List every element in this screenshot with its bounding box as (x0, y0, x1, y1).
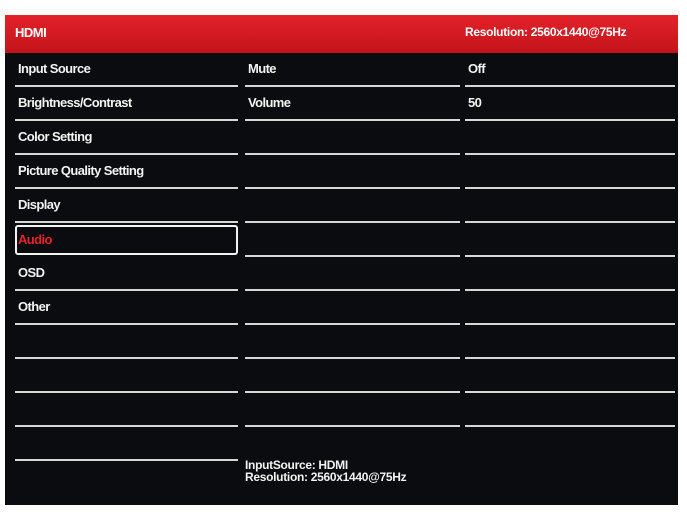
header-resolution: Resolution: 2560x1440@75Hz (465, 25, 627, 39)
value-empty-row (465, 359, 675, 393)
value-empty-row (465, 325, 675, 359)
value-empty-row (465, 291, 675, 325)
submenu-empty-row (245, 189, 460, 223)
menu-item-label: Input Source (18, 61, 91, 76)
menu-item-label: Audio (18, 232, 52, 247)
main-menu-column: Input Source Brightness/Contrast Color S… (15, 53, 238, 461)
value-volume[interactable]: 50 (465, 87, 675, 121)
submenu-empty-row (245, 291, 460, 325)
photo-frame: HDMI Resolution: 2560x1440@75Hz Input So… (0, 0, 687, 515)
menu-item-label: Brightness/Contrast (18, 95, 132, 110)
submenu-empty-row (245, 257, 460, 291)
submenu-empty-row (245, 121, 460, 155)
submenu-item-label: Mute (248, 61, 277, 76)
footer-resolution: Resolution: 2560x1440@75Hz (245, 470, 407, 484)
menu-item-label: Display (18, 197, 61, 212)
value-empty-row (465, 121, 675, 155)
value-empty-row (465, 155, 675, 189)
menu-item-picture-quality-setting[interactable]: Picture Quality Setting (15, 155, 238, 189)
value-column: Off 50 (465, 53, 675, 427)
value-label: 50 (468, 95, 482, 110)
value-empty-row (465, 223, 675, 257)
menu-item-other[interactable]: Other (15, 291, 238, 325)
status-footer: InputSource: HDMI Resolution: 2560x1440@… (245, 459, 407, 484)
menu-item-label: Color Setting (18, 129, 92, 144)
submenu-item-volume[interactable]: Volume (245, 87, 460, 121)
monitor-osd-menu: HDMI Resolution: 2560x1440@75Hz Input So… (5, 15, 678, 505)
menu-item-display[interactable]: Display (15, 189, 238, 223)
menu-item-brightness-contrast[interactable]: Brightness/Contrast (15, 87, 238, 121)
menu-item-label: Picture Quality Setting (18, 163, 144, 178)
submenu-column: Mute Volume (245, 53, 460, 427)
submenu-empty-row (245, 223, 460, 257)
menu-item-label: Other (18, 299, 50, 314)
submenu-empty-row (245, 325, 460, 359)
submenu-item-label: Volume (248, 95, 291, 110)
menu-empty-row (15, 427, 238, 461)
osd-header-bar: HDMI Resolution: 2560x1440@75Hz (5, 15, 678, 53)
menu-empty-row (15, 359, 238, 393)
menu-item-label: OSD (18, 265, 45, 280)
menu-item-osd[interactable]: OSD (15, 257, 238, 291)
value-label: Off (468, 61, 486, 76)
input-title: HDMI (15, 25, 47, 40)
value-empty-row (465, 189, 675, 223)
submenu-empty-row (245, 359, 460, 393)
value-empty-row (465, 257, 675, 291)
submenu-item-mute[interactable]: Mute (245, 53, 460, 87)
menu-item-color-setting[interactable]: Color Setting (15, 121, 238, 155)
menu-empty-row (15, 393, 238, 427)
menu-item-input-source[interactable]: Input Source (15, 53, 238, 87)
menu-empty-row (15, 325, 238, 359)
submenu-empty-row (245, 393, 460, 427)
submenu-empty-row (245, 155, 460, 189)
value-mute[interactable]: Off (465, 53, 675, 87)
menu-item-audio[interactable]: Audio (15, 225, 238, 255)
value-empty-row (465, 393, 675, 427)
